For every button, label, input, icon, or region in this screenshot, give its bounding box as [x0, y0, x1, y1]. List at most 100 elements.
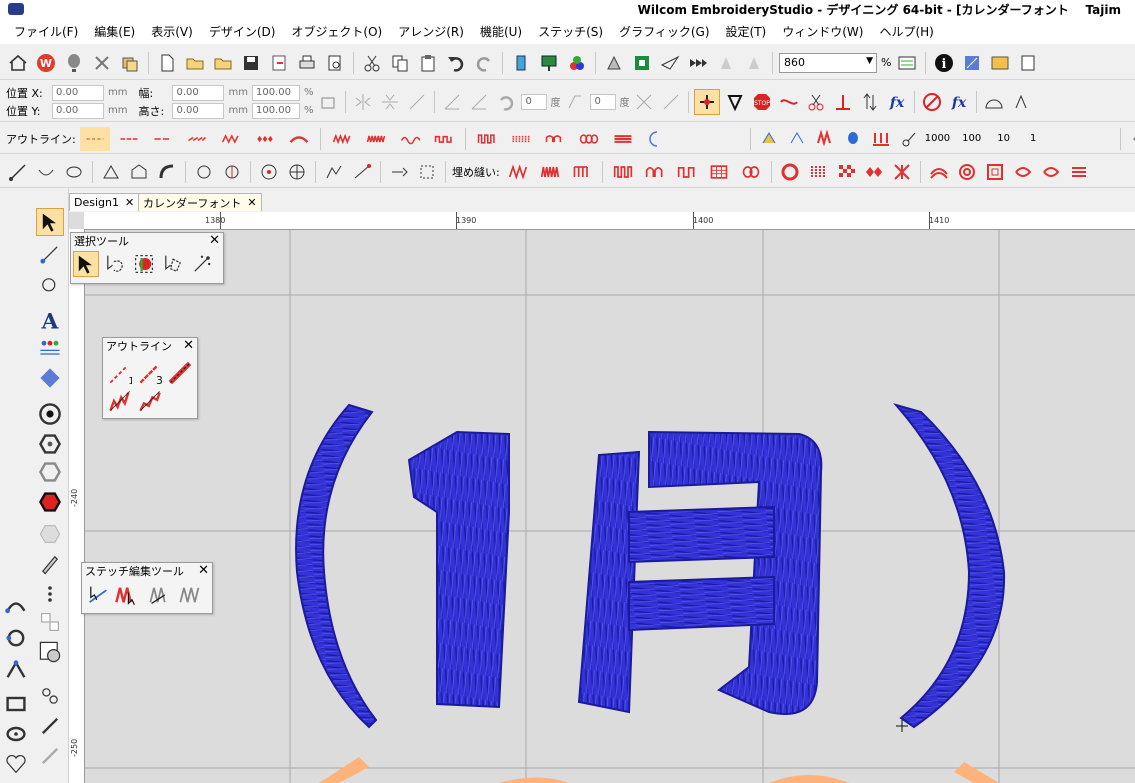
chain-stitch-icon[interactable]: [574, 127, 604, 151]
scale-width-field[interactable]: 100.00: [251, 84, 300, 101]
stitch-edit-6-icon[interactable]: [897, 127, 921, 151]
open-folder-icon[interactable]: [183, 51, 207, 75]
connector-icon[interactable]: [831, 90, 855, 114]
input-b-icon[interactable]: [34, 160, 58, 184]
run-stitch-icon[interactable]: [79, 126, 110, 151]
single-run-icon[interactable]: 1: [107, 360, 133, 386]
knife-edit-icon[interactable]: [36, 712, 64, 740]
shape-circle-b-icon[interactable]: [220, 160, 244, 184]
arrow-cursor-icon[interactable]: [387, 160, 411, 184]
fill-tatami-icon[interactable]: [609, 160, 637, 184]
fx-settings-icon[interactable]: fx: [947, 90, 971, 114]
tab-design1[interactable]: Design1 ✕: [69, 193, 140, 211]
save-icon[interactable]: [239, 51, 263, 75]
fill-ring-icon[interactable]: [778, 160, 802, 184]
reshape-icon[interactable]: [350, 160, 374, 184]
fill-pattern-b-icon[interactable]: [1039, 160, 1063, 184]
radial-icon[interactable]: [285, 160, 309, 184]
green-square-icon[interactable]: [630, 51, 654, 75]
menu-view[interactable]: 表示(V): [143, 23, 201, 40]
measure-icon[interactable]: [982, 90, 1006, 114]
lettering-icon[interactable]: A: [36, 306, 64, 334]
fill-stripes-icon[interactable]: [806, 160, 830, 184]
stitch-player-icon[interactable]: [602, 51, 626, 75]
input-c-icon[interactable]: [62, 160, 86, 184]
menu-edit[interactable]: 編集(E): [86, 23, 143, 40]
needle-icon[interactable]: [723, 90, 747, 114]
new-file-icon[interactable]: [155, 51, 179, 75]
send-to-machine-icon[interactable]: [537, 51, 561, 75]
width-field[interactable]: 0.00: [172, 84, 225, 101]
tab-calendar-font[interactable]: カレンダーフォント ✕: [138, 193, 262, 211]
ellipse-icon[interactable]: [2, 720, 30, 748]
rotate-left-icon[interactable]: [494, 90, 518, 114]
rotate-angle-field[interactable]: 0: [521, 93, 548, 110]
pos-x-field[interactable]: 0.00: [52, 84, 104, 101]
sewing-sim-icon[interactable]: [714, 51, 738, 75]
stitch-count-10[interactable]: 10: [997, 133, 1010, 144]
close-icon[interactable]: ✕: [198, 564, 212, 577]
kanji-tsuki-stitches[interactable]: [577, 430, 823, 715]
skew-icon[interactable]: [467, 90, 491, 114]
fill-diamond-icon[interactable]: [862, 160, 886, 184]
close-icon[interactable]: ✕: [209, 234, 223, 247]
hoop-icon[interactable]: [90, 51, 114, 75]
hexagon-outline-icon[interactable]: [36, 458, 64, 486]
lock-proportions-icon[interactable]: [316, 90, 340, 114]
fill-checker-icon[interactable]: [834, 160, 858, 184]
fill-zigzag-dense-icon[interactable]: [536, 160, 564, 184]
zigzag-dense-icon[interactable]: [361, 127, 391, 151]
fx-icon[interactable]: fx: [885, 90, 909, 114]
stitch-edit-1-icon[interactable]: [757, 127, 781, 151]
machine-icon[interactable]: [509, 51, 533, 75]
stop-hexagon-icon[interactable]: [36, 488, 64, 516]
chevron-down-icon[interactable]: ▼: [866, 56, 873, 66]
select-object-icon[interactable]: [73, 251, 99, 277]
outline-tools-header[interactable]: アウトライン ✕: [103, 338, 197, 353]
fx-off-icon[interactable]: [920, 90, 944, 114]
print-icon[interactable]: [295, 51, 319, 75]
zoom-select[interactable]: 860 ▼: [779, 52, 877, 73]
stitch-delete-icon[interactable]: [177, 582, 203, 608]
design-canvas[interactable]: [69, 212, 1135, 783]
fill-chain-icon[interactable]: [737, 160, 765, 184]
menu-file[interactable]: ファイル(F): [6, 23, 86, 40]
hexagon-icon[interactable]: [36, 430, 64, 458]
open-recent-icon[interactable]: [211, 51, 235, 75]
scale-height-field[interactable]: 100.00: [251, 102, 300, 119]
stitch-count-1000[interactable]: 1000: [925, 133, 950, 144]
stitch-count-1[interactable]: 1: [1030, 133, 1036, 144]
target-icon[interactable]: [36, 400, 64, 428]
menu-help[interactable]: ヘルプ(H): [871, 23, 941, 40]
trim-icon[interactable]: [804, 90, 828, 114]
copy-icon[interactable]: [388, 51, 412, 75]
docker-icon[interactable]: [988, 51, 1012, 75]
stitch-count-100[interactable]: 100: [962, 133, 981, 144]
cut-path-icon[interactable]: [659, 90, 683, 114]
panel-toggle-icon[interactable]: [1016, 51, 1040, 75]
wilcom-logo-icon[interactable]: W: [34, 51, 58, 75]
stop-icon[interactable]: STOP: [750, 90, 774, 114]
menu-arrange[interactable]: アレンジ(R): [390, 23, 472, 40]
menu-stitch[interactable]: ステッチ(S): [530, 23, 611, 40]
selection-tools-header[interactable]: 選択ツール ✕: [71, 233, 223, 248]
cut-icon[interactable]: [360, 51, 384, 75]
home-icon[interactable]: [6, 51, 30, 75]
pos-y-field[interactable]: 0.00: [52, 102, 104, 119]
export-icon[interactable]: [267, 51, 291, 75]
satin-outline-icon[interactable]: [216, 127, 246, 151]
fill-zigzag-icon[interactable]: [504, 160, 532, 184]
needle-edit-icon[interactable]: [36, 742, 64, 770]
height-arrows-icon[interactable]: [858, 90, 882, 114]
zoom-options-icon[interactable]: [895, 51, 919, 75]
zigzag-icon[interactable]: [327, 127, 357, 151]
edit-nodes-icon[interactable]: [36, 682, 64, 710]
left-parenthesis-stitches[interactable]: [295, 403, 378, 729]
add-point-icon[interactable]: [415, 160, 439, 184]
menu-graphics[interactable]: グラフィック(G): [611, 23, 717, 40]
color-tool-icon[interactable]: [36, 608, 64, 636]
mirror-v-icon[interactable]: [378, 90, 402, 114]
stitch-edit-header[interactable]: ステッチ編集ツール ✕: [82, 563, 212, 578]
stitch-reshape-icon[interactable]: [85, 582, 111, 608]
fill-arc-icon[interactable]: [927, 160, 951, 184]
